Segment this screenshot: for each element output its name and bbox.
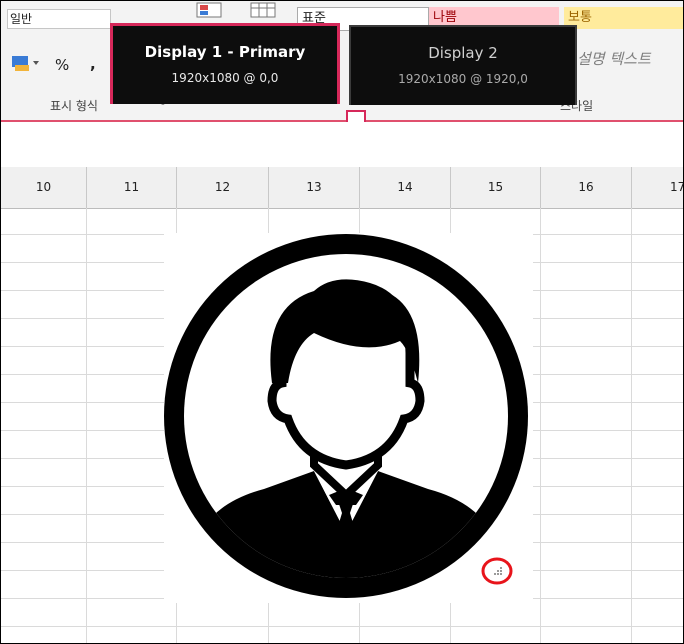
column-header[interactable]: 17 [632,167,683,208]
display-1-resolution: 1920x1080 @ 0,0 [171,71,279,85]
display-1-overlay[interactable]: Display 1 - Primary 1920x1080 @ 0,0 [110,23,340,104]
comma-button[interactable]: , [90,55,96,73]
excel-window: 일반 % , 표시 형식 ↘ 표준 나쁨 보통 설명 텍스트 스타일 Displ… [0,0,684,644]
percent-button[interactable]: % [55,56,69,74]
display-2-name: Display 2 [428,44,498,62]
user-avatar-picture[interactable] [164,233,533,603]
conditional-format-icon[interactable] [195,1,225,21]
column-header[interactable]: 10 [1,167,87,208]
column-header[interactable]: 11 [87,167,177,208]
accounting-format-button[interactable] [11,53,41,77]
formula-bar-area [1,122,683,168]
display-1-name: Display 1 - Primary [144,43,306,61]
user-avatar-icon [164,234,528,598]
style-explanatory[interactable]: 설명 텍스트 [573,48,683,70]
column-header[interactable]: 13 [269,167,360,208]
style-neutral[interactable]: 보통 [564,7,683,29]
accounting-icon [12,56,39,71]
number-group-label: 표시 형식 [50,99,98,113]
resize-grip-icon [481,557,513,585]
column-header[interactable]: 15 [451,167,541,208]
display-2-resolution: 1920x1080 @ 1920,0 [398,72,528,86]
display-2-overlay[interactable]: Display 2 1920x1080 @ 1920,0 [349,25,577,105]
column-header[interactable]: 16 [541,167,632,208]
ribbon: 일반 % , 표시 형식 ↘ 표준 나쁨 보통 설명 텍스트 스타일 [1,1,683,122]
column-header[interactable]: 12 [177,167,269,208]
format-as-table-icon[interactable] [249,1,279,21]
column-header-row: 10 11 12 13 14 15 16 17 [1,167,683,209]
column-header[interactable]: 14 [360,167,451,208]
number-format-dropdown[interactable]: 일반 [7,9,111,29]
picture-resize-handle[interactable] [479,557,519,587]
